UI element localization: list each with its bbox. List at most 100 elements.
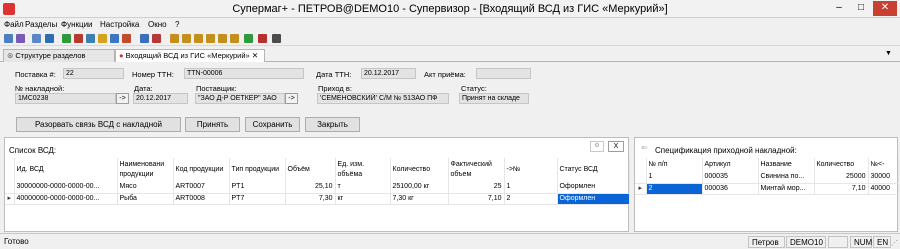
table-row[interactable]: ▸ 2 000036 Минтай мор... 7,10 40000 xyxy=(635,183,899,195)
cell-product-type[interactable]: PT1 xyxy=(229,182,286,194)
tool-icon-21[interactable] xyxy=(272,34,281,43)
resize-grip-icon[interactable]: ⋰ xyxy=(891,239,898,247)
tool-icon-19[interactable] xyxy=(244,34,253,43)
col-product-type[interactable]: Тип продукции xyxy=(229,158,286,182)
spec-back-icon[interactable]: ⇐ xyxy=(641,143,648,152)
col-volume-unit[interactable]: Ед. изм. объёма xyxy=(335,158,391,182)
tool-icon-18[interactable] xyxy=(230,34,239,43)
ttn-number-field[interactable]: TTN-00006 xyxy=(184,68,304,79)
cell-actual-volume[interactable]: 7,10 xyxy=(448,193,505,205)
cell-volume-unit[interactable]: т xyxy=(335,182,391,194)
cell-vsd-ref[interactable]: 40000 xyxy=(868,183,899,195)
tool-icon-5[interactable] xyxy=(62,34,71,43)
menu-settings[interactable]: Настройка xyxy=(100,20,139,29)
col-article[interactable]: Артикул xyxy=(702,158,759,172)
minimize-icon[interactable]: – xyxy=(829,1,849,16)
tool-icon-3[interactable] xyxy=(32,34,41,43)
tool-icon-14[interactable] xyxy=(182,34,191,43)
tool-icon-2[interactable] xyxy=(16,34,25,43)
tool-icon-15[interactable] xyxy=(194,34,203,43)
cell-vsd-status[interactable]: Оформлен xyxy=(557,182,630,194)
tool-icon-10[interactable] xyxy=(122,34,131,43)
tool-icon-20[interactable] xyxy=(258,34,267,43)
date-field[interactable]: 20.12.2017 xyxy=(133,93,188,104)
tab-dropdown-icon[interactable]: ▼ xyxy=(885,50,892,57)
col-vsd-ref[interactable]: №<- xyxy=(868,158,899,172)
maximize-icon[interactable]: □ xyxy=(851,1,871,16)
col-row-number[interactable]: № п/п xyxy=(646,158,703,172)
tool-icon-9[interactable] xyxy=(110,34,119,43)
tool-icon-6[interactable] xyxy=(74,34,83,43)
tool-icon-1[interactable] xyxy=(4,34,13,43)
col-name[interactable]: Название xyxy=(758,158,815,172)
col-volume[interactable]: Объём xyxy=(285,158,336,182)
cell-link-number[interactable]: 2 xyxy=(504,193,558,205)
nakl-field[interactable]: 1МС0238 xyxy=(15,93,116,104)
cell-name[interactable]: Свинина по... xyxy=(758,172,815,184)
table-row[interactable]: 30000000-0000-0000-00... Мясо ART0007 PT… xyxy=(5,182,630,194)
unlink-vsd-button[interactable]: Разорвать связь ВСД с накладной xyxy=(16,117,181,132)
tool-icon-16[interactable] xyxy=(206,34,215,43)
col-quantity[interactable]: Количество xyxy=(814,158,869,172)
col-vsd-status[interactable]: Статус ВСД xyxy=(557,158,630,182)
close-button[interactable]: Закрыть xyxy=(305,117,360,132)
tool-icon-11[interactable] xyxy=(140,34,149,43)
vsd-list-close-button[interactable]: X xyxy=(608,141,624,152)
table-row[interactable]: ▸ 40000000-0000-0000-00... Рыба ART0008 … xyxy=(5,193,630,205)
cell-product-name[interactable]: Рыба xyxy=(117,193,174,205)
cell-vsd-ref[interactable]: 30000 xyxy=(868,172,899,184)
cell-article[interactable]: 000035 xyxy=(702,172,759,184)
col-product-code[interactable]: Код продукции xyxy=(173,158,230,182)
postavka-field[interactable]: 22 xyxy=(63,68,124,79)
tab-incoming-vsd[interactable]: ● Входящий ВСД из ГИС «Меркурий» ✕ xyxy=(115,49,265,62)
menu-sections[interactable]: Разделы xyxy=(25,20,57,29)
save-button[interactable]: Сохранить xyxy=(245,117,300,132)
cell-row-number[interactable]: 1 xyxy=(646,172,703,184)
supplier-lookup-button[interactable]: -> xyxy=(285,93,298,104)
cell-vsd-status[interactable]: Оформлен xyxy=(557,193,630,205)
tool-icon-8[interactable] xyxy=(98,34,107,43)
cell-link-number[interactable]: 1 xyxy=(504,182,558,194)
cell-volume[interactable]: 7,30 xyxy=(285,193,336,205)
cell-volume-unit[interactable]: кг xyxy=(335,193,391,205)
cell-product-code[interactable]: ART0007 xyxy=(173,182,230,194)
col-link-number[interactable]: ->№ xyxy=(504,158,558,182)
nakl-lookup-button[interactable]: -> xyxy=(116,93,129,104)
col-vsd-id[interactable]: Ид. ВСД xyxy=(14,158,118,182)
cell-name[interactable]: Минтай мор... xyxy=(758,183,815,195)
cell-volume[interactable]: 25,10 xyxy=(285,182,336,194)
tab-close-icon[interactable]: ✕ xyxy=(252,51,258,60)
cell-product-type[interactable]: PT7 xyxy=(229,193,286,205)
tool-icon-4[interactable] xyxy=(45,34,54,43)
cell-product-code[interactable]: ART0008 xyxy=(173,193,230,205)
cell-article[interactable]: 000036 xyxy=(702,183,759,195)
cell-product-name[interactable]: Мясо xyxy=(117,182,174,194)
close-icon[interactable]: ✕ xyxy=(873,1,897,16)
table-row[interactable]: 1 000035 Свинина по... 25000 30000 xyxy=(635,172,899,184)
tool-icon-17[interactable] xyxy=(218,34,227,43)
prihod-field[interactable]: 'СЕМЕНОВСКИЙ' С/М № 51ЗАО ПФ xyxy=(317,93,449,104)
supplier-field[interactable]: "ЗАО Д-Р ОЕТКЕР" ЗАО xyxy=(195,93,285,104)
cell-row-number[interactable]: 2 xyxy=(646,183,703,195)
tab-sections-structure[interactable]: ⊛ Структуре разделов xyxy=(3,49,115,62)
menu-help[interactable]: ? xyxy=(175,20,179,29)
tool-icon-13[interactable] xyxy=(170,34,179,43)
col-actual-volume[interactable]: Фактический объем xyxy=(448,158,505,182)
act-field[interactable] xyxy=(476,68,531,79)
col-product-name[interactable]: Наименовани продукции xyxy=(117,158,174,182)
cell-quantity[interactable]: 7,10 xyxy=(814,183,869,195)
col-quantity[interactable]: Количество xyxy=(390,158,449,182)
cell-quantity[interactable]: 25000 xyxy=(814,172,869,184)
cell-quantity[interactable]: 25100,00 кг xyxy=(390,182,449,194)
cell-vsd-id[interactable]: 30000000-0000-0000-00... xyxy=(14,182,118,194)
cell-actual-volume[interactable]: 25 xyxy=(448,182,505,194)
status-field[interactable]: Принят на складе xyxy=(459,93,529,104)
tool-icon-12[interactable] xyxy=(152,34,161,43)
menu-file[interactable]: Файл xyxy=(4,20,24,29)
cell-quantity[interactable]: 7,30 кг xyxy=(390,193,449,205)
menu-window[interactable]: Окно xyxy=(148,20,167,29)
ttn-date-field[interactable]: 20.12.2017 xyxy=(361,68,416,79)
cell-vsd-id[interactable]: 40000000-0000-0000-00... xyxy=(14,193,118,205)
accept-button[interactable]: Принять xyxy=(185,117,240,132)
menu-functions[interactable]: Функции xyxy=(61,20,93,29)
